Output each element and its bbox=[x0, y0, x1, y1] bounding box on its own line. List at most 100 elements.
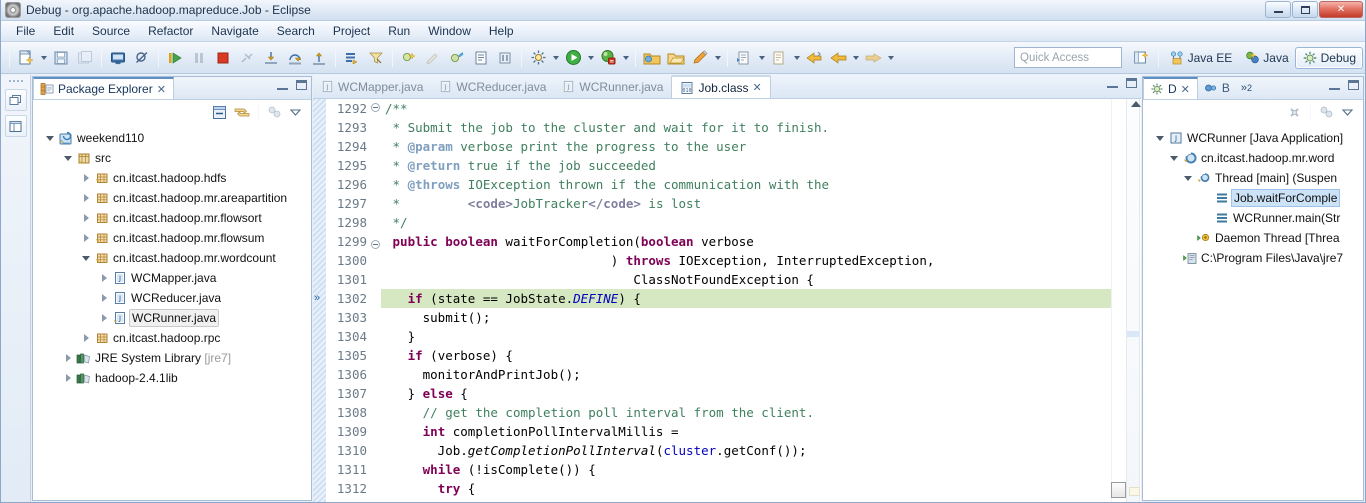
code-line[interactable]: } bbox=[381, 327, 1111, 346]
fast-view-grip[interactable] bbox=[7, 79, 24, 84]
tree-item-cn-itcast-hadoop-mr-wordcount[interactable]: cn.itcast.hadoop.mr.wordcount bbox=[33, 248, 311, 268]
code-line[interactable]: ) throws IOException, InterruptedExcepti… bbox=[381, 251, 1111, 270]
save-icon[interactable] bbox=[50, 47, 72, 69]
menu-navigate[interactable]: Navigate bbox=[202, 22, 267, 40]
code-line[interactable]: Thread.sleep(completionPollIntervalMilli… bbox=[381, 498, 1111, 502]
external-tools-icon[interactable] bbox=[527, 47, 549, 69]
tree-item-cn-itcast-hadoop-mr-areapartition[interactable]: cn.itcast.hadoop.mr.areapartition bbox=[33, 188, 311, 208]
fold-toggle[interactable] bbox=[369, 103, 381, 122]
open-perspective-icon[interactable] bbox=[1131, 47, 1153, 69]
debug-tree-item-debug-target[interactable]: cn.itcast.hadoop.mr.word bbox=[1143, 148, 1363, 168]
code-line[interactable]: try { bbox=[381, 479, 1111, 498]
code-line[interactable]: */ bbox=[381, 213, 1111, 232]
code-editor[interactable]: » 1292 1293 1294 1295 1296 1297 1298 1299 1300 13… bbox=[313, 99, 1141, 502]
package-explorer-body[interactable]: weekend110 src cn.itcast.hadoop.hdfs cn.… bbox=[33, 124, 311, 500]
menu-project[interactable]: Project bbox=[324, 22, 379, 40]
code-line[interactable]: public boolean waitForCompletion(boolean… bbox=[381, 232, 1111, 251]
twisty-open-icon[interactable] bbox=[43, 135, 57, 141]
debug-tree-item-wcrunner-launch[interactable]: J WCRunner [Java Application] bbox=[1143, 128, 1363, 148]
tree-item-wcmapper-java[interactable]: J WCMapper.java bbox=[33, 268, 311, 288]
new-package-icon[interactable] bbox=[422, 47, 444, 69]
code-line[interactable]: submit(); bbox=[381, 308, 1111, 327]
debug-tree-item-stackframe-wcrunner-main[interactable]: WCRunner.main(Str bbox=[1143, 208, 1363, 228]
disconnect-icon[interactable] bbox=[1287, 105, 1302, 120]
perspective-java-ee[interactable]: Java EE bbox=[1163, 48, 1239, 68]
minimize-view-icon[interactable] bbox=[277, 81, 288, 90]
disconnect-icon[interactable] bbox=[236, 47, 258, 69]
editor-tab-wcrunner[interactable]: J WCRunner.java bbox=[554, 75, 671, 98]
menu-search[interactable]: Search bbox=[268, 22, 324, 40]
maximize-view-icon[interactable] bbox=[1348, 80, 1359, 90]
tree-item-wcrunner-java[interactable]: J WCRunner.java bbox=[33, 308, 311, 328]
terminate-icon[interactable] bbox=[212, 47, 234, 69]
tree-item-hadoop-lib[interactable]: hadoop-2.4.1lib bbox=[33, 368, 311, 388]
tab-overflow[interactable]: » 2 bbox=[1237, 82, 1252, 94]
run-icon[interactable] bbox=[562, 47, 584, 69]
package-explorer-fastview-icon[interactable] bbox=[4, 115, 27, 137]
menu-window[interactable]: Window bbox=[419, 22, 480, 40]
code-line[interactable]: Job.getCompletionPollInterval(cluster.ge… bbox=[381, 441, 1111, 460]
step-into-icon[interactable] bbox=[260, 47, 282, 69]
editor-overview-ruler-area[interactable] bbox=[1111, 99, 1141, 502]
twisty-closed-icon[interactable] bbox=[79, 214, 93, 222]
editor-vertical-scrollbar-thumb[interactable] bbox=[1111, 482, 1126, 498]
minimize-button[interactable] bbox=[1265, 1, 1291, 18]
code-line[interactable]: int completionPollIntervalMillis = bbox=[381, 422, 1111, 441]
restore-view-icon[interactable] bbox=[4, 89, 27, 111]
editor-tab-wcreducer[interactable]: J WCReducer.java bbox=[431, 75, 554, 98]
overview-ruler[interactable] bbox=[1126, 99, 1141, 502]
code-line[interactable]: * @throws IOException thrown if the comm… bbox=[381, 175, 1111, 194]
open-folder2-icon[interactable] bbox=[665, 47, 687, 69]
twisty-open-icon[interactable] bbox=[1167, 155, 1181, 161]
new-java-class-icon[interactable] bbox=[398, 47, 420, 69]
resume-icon[interactable] bbox=[164, 47, 186, 69]
minimize-view-icon[interactable] bbox=[1329, 81, 1340, 90]
tab-package-explorer-close[interactable]: ✕ bbox=[157, 83, 166, 96]
code-line[interactable]: /** bbox=[381, 99, 1111, 118]
tree-item-src[interactable]: src bbox=[33, 148, 311, 168]
next-annotation-dropdown[interactable] bbox=[756, 47, 767, 69]
previous-annotation-dropdown[interactable] bbox=[791, 47, 802, 69]
open-type-icon[interactable] bbox=[446, 47, 468, 69]
twisty-open-icon[interactable] bbox=[1153, 135, 1167, 141]
folding-column[interactable] bbox=[369, 99, 381, 502]
view-menu-icon[interactable] bbox=[289, 106, 302, 119]
close-button[interactable]: ✕ bbox=[1319, 1, 1363, 18]
annotation-pen-icon[interactable] bbox=[689, 47, 711, 69]
perspective-java[interactable]: Java bbox=[1238, 48, 1294, 68]
tree-item-cn-itcast-hadoop-rpc[interactable]: cn.itcast.hadoop.rpc bbox=[33, 328, 311, 348]
back-icon[interactable] bbox=[827, 47, 849, 69]
console-icon[interactable] bbox=[107, 47, 129, 69]
tab-debug[interactable]: D ✕ bbox=[1143, 77, 1198, 99]
twisty-closed-icon[interactable] bbox=[79, 194, 93, 202]
twisty-closed-icon[interactable] bbox=[61, 374, 75, 382]
back-history-icon[interactable] bbox=[803, 47, 825, 69]
tab-breakpoints[interactable]: B bbox=[1198, 77, 1237, 99]
skip-breakpoints-icon[interactable] bbox=[131, 47, 153, 69]
menu-file[interactable]: File bbox=[7, 22, 44, 40]
drop-to-frame-icon[interactable] bbox=[341, 47, 363, 69]
new-wizard-icon[interactable] bbox=[15, 47, 37, 69]
maximize-button[interactable] bbox=[1292, 1, 1318, 18]
code-line[interactable]: * <code>JobTracker</code> is lost bbox=[381, 194, 1111, 213]
perspective-debug[interactable]: Debug bbox=[1294, 47, 1363, 69]
step-return-icon[interactable] bbox=[308, 47, 330, 69]
debug-run-dropdown[interactable] bbox=[620, 47, 631, 69]
code-line[interactable]: * @return true if the job succeeded bbox=[381, 156, 1111, 175]
editor-marker-bar[interactable]: » bbox=[313, 99, 327, 502]
annotation-dropdown[interactable] bbox=[712, 47, 723, 69]
editor-tab-job-class[interactable]: 010 Job.class ✕ bbox=[671, 75, 771, 98]
source-code[interactable]: /** * Submit the job to the cluster and … bbox=[381, 99, 1111, 502]
twisty-closed-icon[interactable] bbox=[79, 334, 93, 342]
suspend-icon[interactable] bbox=[188, 47, 210, 69]
use-step-filters-icon[interactable] bbox=[365, 47, 387, 69]
editor-tab-wcmapper[interactable]: J WCMapper.java bbox=[313, 75, 431, 98]
twisty-closed-icon[interactable] bbox=[61, 354, 75, 362]
step-over-icon[interactable] bbox=[284, 47, 306, 69]
code-line[interactable]: } else { bbox=[381, 384, 1111, 403]
code-line-highlighted[interactable]: if (state == JobState.DEFINE) { bbox=[381, 289, 1111, 308]
twisty-closed-icon[interactable] bbox=[97, 294, 111, 302]
maximize-view-icon[interactable] bbox=[296, 80, 307, 90]
twisty-closed-icon[interactable] bbox=[79, 234, 93, 242]
forward-icon[interactable] bbox=[862, 47, 884, 69]
